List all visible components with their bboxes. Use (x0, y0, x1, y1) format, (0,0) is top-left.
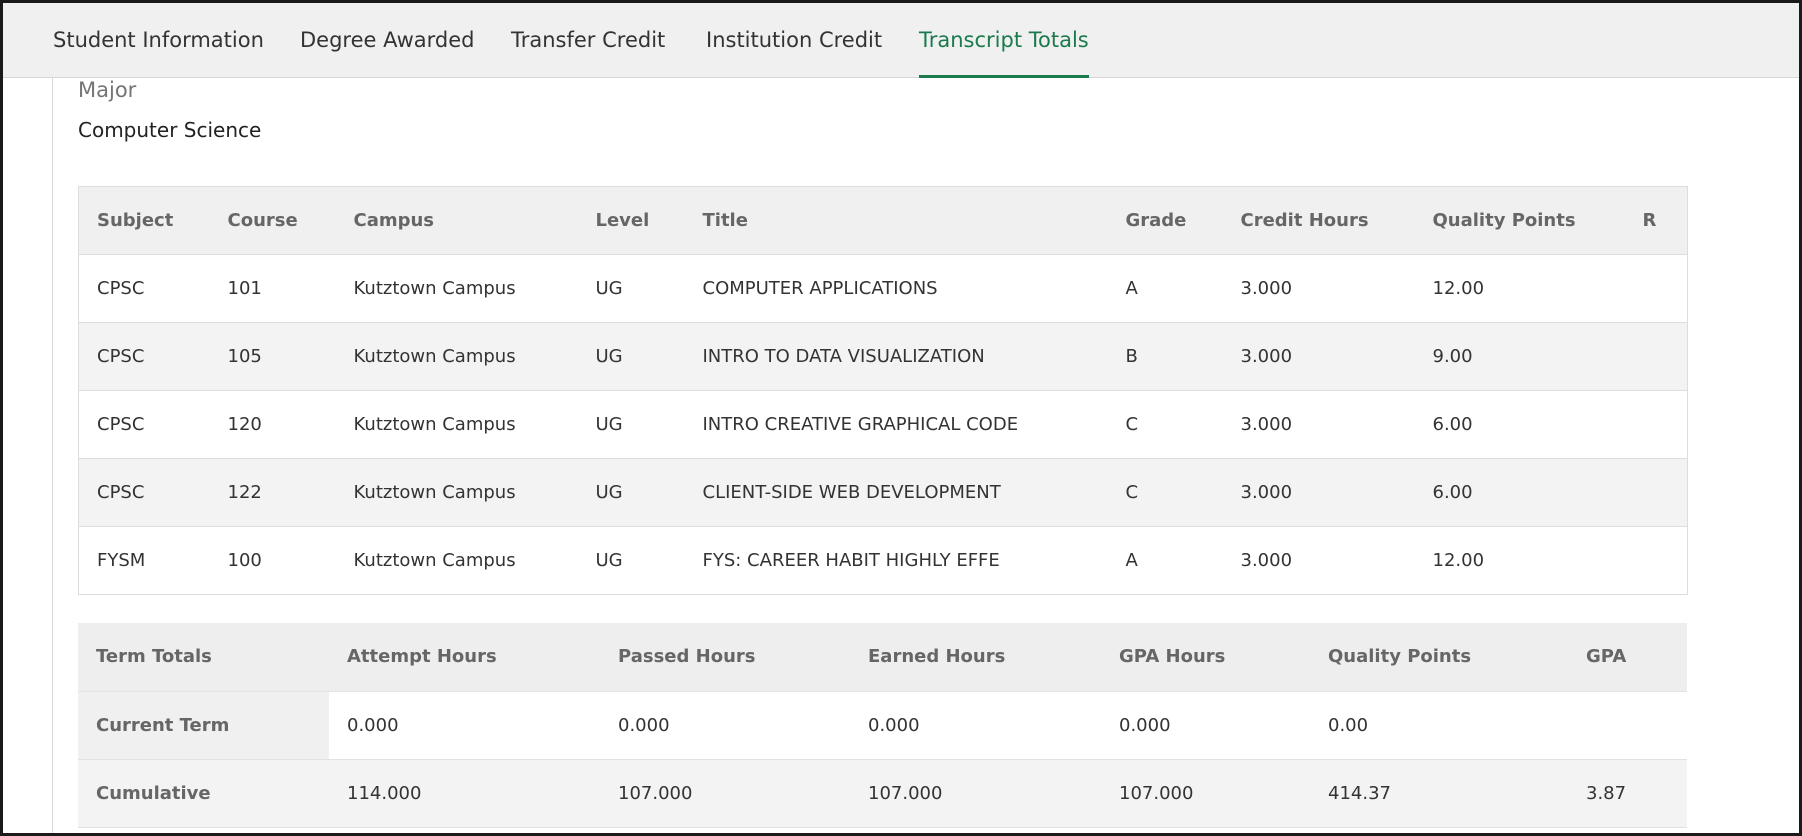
cell-r (1625, 391, 1688, 459)
column-header-quality-points: Quality Points (1414, 186, 1625, 255)
row-label-current-term: Current Term (78, 691, 329, 759)
cell-credit-hours: 3.000 (1240, 414, 1293, 435)
transcript-panel: Major Computer Science Subject Course Ca… (52, 78, 1799, 833)
cell-subject: CPSC (97, 414, 145, 435)
cell-grade: C (1107, 458, 1223, 527)
row-label-cumulative: Cumulative (78, 759, 329, 827)
tab-transcript-totals[interactable]: Transcript Totals (919, 3, 1089, 78)
cell-passed-hours: 0.000 (618, 714, 670, 736)
cell-r (1625, 255, 1688, 323)
cell-campus: Kutztown Campus (353, 550, 516, 571)
totals-row-current-term: Current Term 0.000 0.000 0.000 0.000 0.0… (78, 691, 1687, 759)
cell-level: UG (577, 458, 685, 527)
cell-credit-hours: 3.000 (1222, 458, 1415, 527)
cell-quality-points: 12.00 (1432, 278, 1485, 299)
cell-credit-hours: 3.000 (1222, 322, 1415, 391)
column-header-earned-hours: Earned Hours (850, 623, 1101, 691)
column-header-r: R (1624, 186, 1688, 255)
cell-title: COMPUTER APPLICATIONS (702, 278, 938, 299)
tab-student-information[interactable]: Student Information (53, 3, 264, 78)
column-header-course: Course (209, 186, 336, 255)
column-header-campus: Campus (335, 186, 578, 255)
table-row: CPSC 120 Kutztown Campus UG INTRO CREATI… (78, 391, 1688, 459)
cell-campus: Kutztown Campus (353, 414, 516, 435)
cell-subject: CPSC (97, 278, 145, 299)
column-header-gpa-hours: GPA Hours (1101, 623, 1310, 691)
cell-grade: A (1125, 550, 1138, 571)
column-header-credit-hours: Credit Hours (1222, 186, 1415, 255)
column-header-grade: Grade (1107, 186, 1223, 255)
cell-r (1625, 527, 1688, 595)
cell-course: 105 (209, 322, 336, 391)
column-header-term-totals: Term Totals (78, 623, 329, 691)
cell-r (1624, 322, 1688, 391)
column-header-level: Level (577, 186, 685, 255)
cell-grade: C (1125, 414, 1139, 435)
column-header-gpa: GPA (1568, 623, 1687, 691)
cell-earned-hours: 107.000 (850, 759, 1101, 827)
cell-credit-hours: 3.000 (1240, 278, 1293, 299)
cell-passed-hours: 107.000 (600, 759, 850, 827)
column-header-attempt-hours: Attempt Hours (329, 623, 600, 691)
cell-title: CLIENT-SIDE WEB DEVELOPMENT (684, 458, 1108, 527)
cell-level: UG (595, 278, 623, 299)
totals-header-row: Term Totals Attempt Hours Passed Hours E… (78, 623, 1687, 691)
cell-course: 101 (227, 278, 262, 299)
cell-quality-points: 414.37 (1310, 759, 1568, 827)
cell-gpa-hours: 107.000 (1101, 759, 1310, 827)
column-header-passed-hours: Passed Hours (600, 623, 850, 691)
cell-quality-points: 9.00 (1414, 322, 1625, 391)
major-label: Major (78, 78, 137, 102)
table-row: FYSM 100 Kutztown Campus UG FYS: CAREER … (78, 527, 1688, 595)
major-value: Computer Science (78, 118, 262, 142)
term-totals-table: Term Totals Attempt Hours Passed Hours E… (78, 623, 1687, 828)
cell-campus: Kutztown Campus (335, 458, 578, 527)
courses-header-row: Subject Course Campus Level Title Grade … (78, 186, 1688, 255)
cell-level: UG (595, 550, 623, 571)
cell-earned-hours: 0.000 (868, 714, 920, 736)
column-header-quality-points: Quality Points (1310, 623, 1568, 691)
cell-course: 120 (227, 414, 262, 435)
cell-title: INTRO TO DATA VISUALIZATION (684, 322, 1108, 391)
cell-grade: A (1125, 278, 1138, 299)
cell-attempt-hours: 114.000 (329, 759, 600, 827)
cell-quality-points: 12.00 (1432, 550, 1485, 571)
cell-campus: Kutztown Campus (335, 322, 578, 391)
table-row: CPSC 122 Kutztown Campus UG CLIENT-SIDE … (78, 458, 1688, 527)
cell-gpa (1568, 691, 1687, 759)
table-row: CPSC 105 Kutztown Campus UG INTRO TO DAT… (78, 322, 1688, 391)
cell-title: INTRO CREATIVE GRAPHICAL CODE (702, 414, 1019, 435)
cell-gpa-hours: 0.000 (1119, 714, 1171, 736)
cell-grade: B (1107, 322, 1223, 391)
tab-institution-credit[interactable]: Institution Credit (706, 3, 882, 78)
cell-r (1624, 458, 1688, 527)
totals-row-cumulative: Cumulative 114.000 107.000 107.000 107.0… (78, 759, 1687, 827)
tab-bar: Student Information Degree Awarded Trans… (3, 3, 1799, 78)
cell-level: UG (595, 414, 623, 435)
cell-credit-hours: 3.000 (1240, 550, 1293, 571)
tab-degree-awarded[interactable]: Degree Awarded (300, 3, 475, 78)
cell-quality-points: 0.00 (1328, 714, 1369, 736)
cell-title: FYS: CAREER HABIT HIGHLY EFFE (702, 550, 1000, 571)
cell-subject: CPSC (78, 458, 210, 527)
cell-level: UG (577, 322, 685, 391)
column-header-title: Title (684, 186, 1108, 255)
cell-gpa: 3.87 (1568, 759, 1687, 827)
cell-quality-points: 6.00 (1414, 458, 1625, 527)
cell-quality-points: 6.00 (1432, 414, 1473, 435)
courses-table: Subject Course Campus Level Title Grade … (78, 186, 1688, 595)
cell-course: 122 (209, 458, 336, 527)
cell-subject: CPSC (78, 322, 210, 391)
cell-course: 100 (227, 550, 262, 571)
table-row: CPSC 101 Kutztown Campus UG COMPUTER APP… (78, 255, 1688, 323)
cell-attempt-hours: 0.000 (347, 714, 399, 736)
tab-transfer-credit[interactable]: Transfer Credit (511, 3, 665, 78)
cell-subject: FYSM (97, 550, 146, 571)
cell-campus: Kutztown Campus (353, 278, 516, 299)
column-header-subject: Subject (78, 186, 210, 255)
